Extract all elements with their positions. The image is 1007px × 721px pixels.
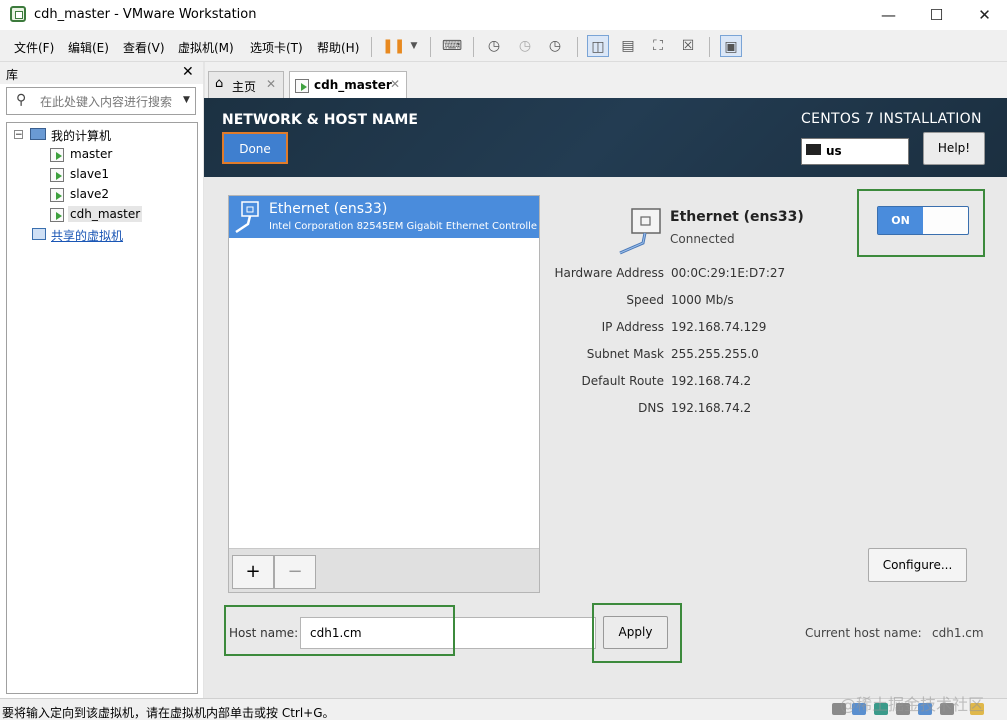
device-connection-status: Connected: [670, 232, 735, 246]
hostname-label: Host name:: [229, 626, 299, 640]
default-route-label: Default Route: [581, 374, 665, 388]
tab-home-close-icon[interactable]: ✕: [266, 77, 276, 91]
snapshot-icon[interactable]: ◷: [483, 35, 505, 57]
show-library-icon[interactable]: ◫: [587, 35, 609, 57]
configure-button[interactable]: Configure...: [868, 548, 967, 582]
hostname-input-value: cdh1.cm: [310, 626, 362, 640]
snapshot-manager-icon[interactable]: ◷: [544, 35, 566, 57]
minimize-icon[interactable]: —: [866, 0, 911, 30]
menu-help[interactable]: 帮助(H): [317, 39, 359, 56]
library-header: [0, 62, 203, 84]
tab-home-label: 主页: [232, 80, 257, 94]
tree-shared-vms[interactable]: 共享的虚拟机: [51, 227, 123, 244]
vm-running-icon: [50, 208, 64, 222]
device-detail-name: Ethernet (ens33): [670, 209, 804, 225]
default-route-value: 192.168.74.2: [671, 374, 752, 388]
tree-my-computer[interactable]: 我的计算机: [51, 127, 111, 144]
add-device-button[interactable]: +: [232, 555, 274, 589]
hardware-address-label: Hardware Address: [554, 266, 664, 280]
ip-address-value: 192.168.74.129: [671, 320, 767, 334]
status-message: 要将输入定向到该虚拟机，请在虚拟机内部单击或按 Ctrl+G。: [2, 706, 335, 720]
menu-edit[interactable]: 编辑(E): [68, 39, 109, 56]
home-icon: ⌂: [215, 76, 224, 91]
toolbar-divider: [709, 37, 710, 57]
speed-value: 1000 Mb/s: [671, 293, 734, 307]
watermark-text: @稀土掘金技术社区: [840, 695, 985, 714]
toolbar-divider: [430, 37, 431, 57]
close-window-icon[interactable]: ✕: [962, 0, 1007, 30]
keyboard-layout-label: us: [826, 144, 842, 158]
tree-vm-master[interactable]: master: [70, 147, 112, 161]
tree-vm-slave2[interactable]: slave2: [70, 187, 109, 201]
product-title: CENTOS 7 INSTALLATION: [801, 111, 982, 127]
unity-icon[interactable]: ☒: [677, 35, 699, 57]
revert-snapshot-icon[interactable]: ◷: [514, 35, 536, 57]
menu-vm[interactable]: 虚拟机(M): [178, 39, 234, 56]
keyboard-icon: [806, 144, 821, 155]
ethernet-icon: [235, 201, 259, 234]
subnet-mask-label: Subnet Mask: [586, 347, 664, 361]
ethernet-icon: [619, 208, 661, 255]
library-search-placeholder: 在此处键入内容进行搜索: [40, 95, 173, 109]
tree-vm-slave1[interactable]: slave1: [70, 167, 109, 181]
tab-cdh-master-close-icon[interactable]: ✕: [390, 77, 400, 91]
shared-vm-icon: [32, 228, 46, 240]
done-button[interactable]: Done: [222, 132, 288, 164]
current-hostname-value: cdh1.cm: [932, 626, 984, 640]
speed-label: Speed: [626, 293, 664, 307]
ip-address-label: IP Address: [601, 320, 664, 334]
menu-tabs[interactable]: 选项卡(T): [250, 39, 303, 56]
console-view-icon[interactable]: ▣: [720, 35, 742, 57]
tab-cdh-master-label: cdh_master: [314, 78, 392, 92]
tree-vm-cdh-master[interactable]: cdh_master: [68, 206, 143, 222]
menu-file[interactable]: 文件(F): [14, 39, 54, 56]
switch-on-label: ON: [878, 207, 923, 234]
dns-value: 192.168.74.2: [671, 401, 752, 415]
dns-label: DNS: [638, 401, 664, 415]
library-title: 库: [6, 68, 19, 82]
search-icon: ⚲: [16, 92, 27, 108]
computer-icon: [30, 128, 46, 140]
help-button[interactable]: Help!: [923, 132, 985, 165]
search-dropdown-icon[interactable]: ▼: [183, 95, 190, 105]
vm-icon: [50, 148, 64, 162]
library-close-icon[interactable]: ✕: [182, 64, 194, 80]
hardware-address-value: 00:0C:29:1E:D7:27: [671, 266, 786, 280]
pause-dropdown-icon[interactable]: ▼: [403, 35, 425, 57]
maximize-icon[interactable]: ☐: [914, 0, 959, 30]
full-screen-icon[interactable]: ⛶: [647, 35, 669, 57]
vm-icon: [50, 188, 64, 202]
network-device-name: Ethernet (ens33): [269, 201, 388, 217]
send-keys-icon[interactable]: ⌨: [441, 35, 463, 57]
subnet-mask-value: 255.255.255.0: [671, 347, 759, 361]
toolbar-divider: [371, 37, 372, 57]
menu-view[interactable]: 查看(V): [123, 39, 165, 56]
network-device-list: [228, 195, 540, 593]
vmware-app-icon: [10, 6, 26, 22]
collapse-icon[interactable]: −: [14, 130, 23, 140]
vm-running-icon: [295, 79, 309, 93]
toolbar-divider: [473, 37, 474, 57]
apply-button[interactable]: Apply: [603, 616, 668, 649]
network-device-description: Intel Corporation 82545EM Gigabit Ethern…: [269, 221, 537, 232]
current-hostname-label: Current host name:: [805, 626, 922, 640]
vm-icon: [50, 168, 64, 182]
page-title: NETWORK & HOST NAME: [222, 112, 418, 128]
thumbnail-bar-icon[interactable]: ▤: [617, 35, 639, 57]
remove-device-button[interactable]: −: [274, 555, 316, 589]
pause-icon[interactable]: ❚❚: [382, 35, 405, 57]
toolbar-divider: [577, 37, 578, 57]
window-title: cdh_master - VMware Workstation: [34, 7, 257, 22]
